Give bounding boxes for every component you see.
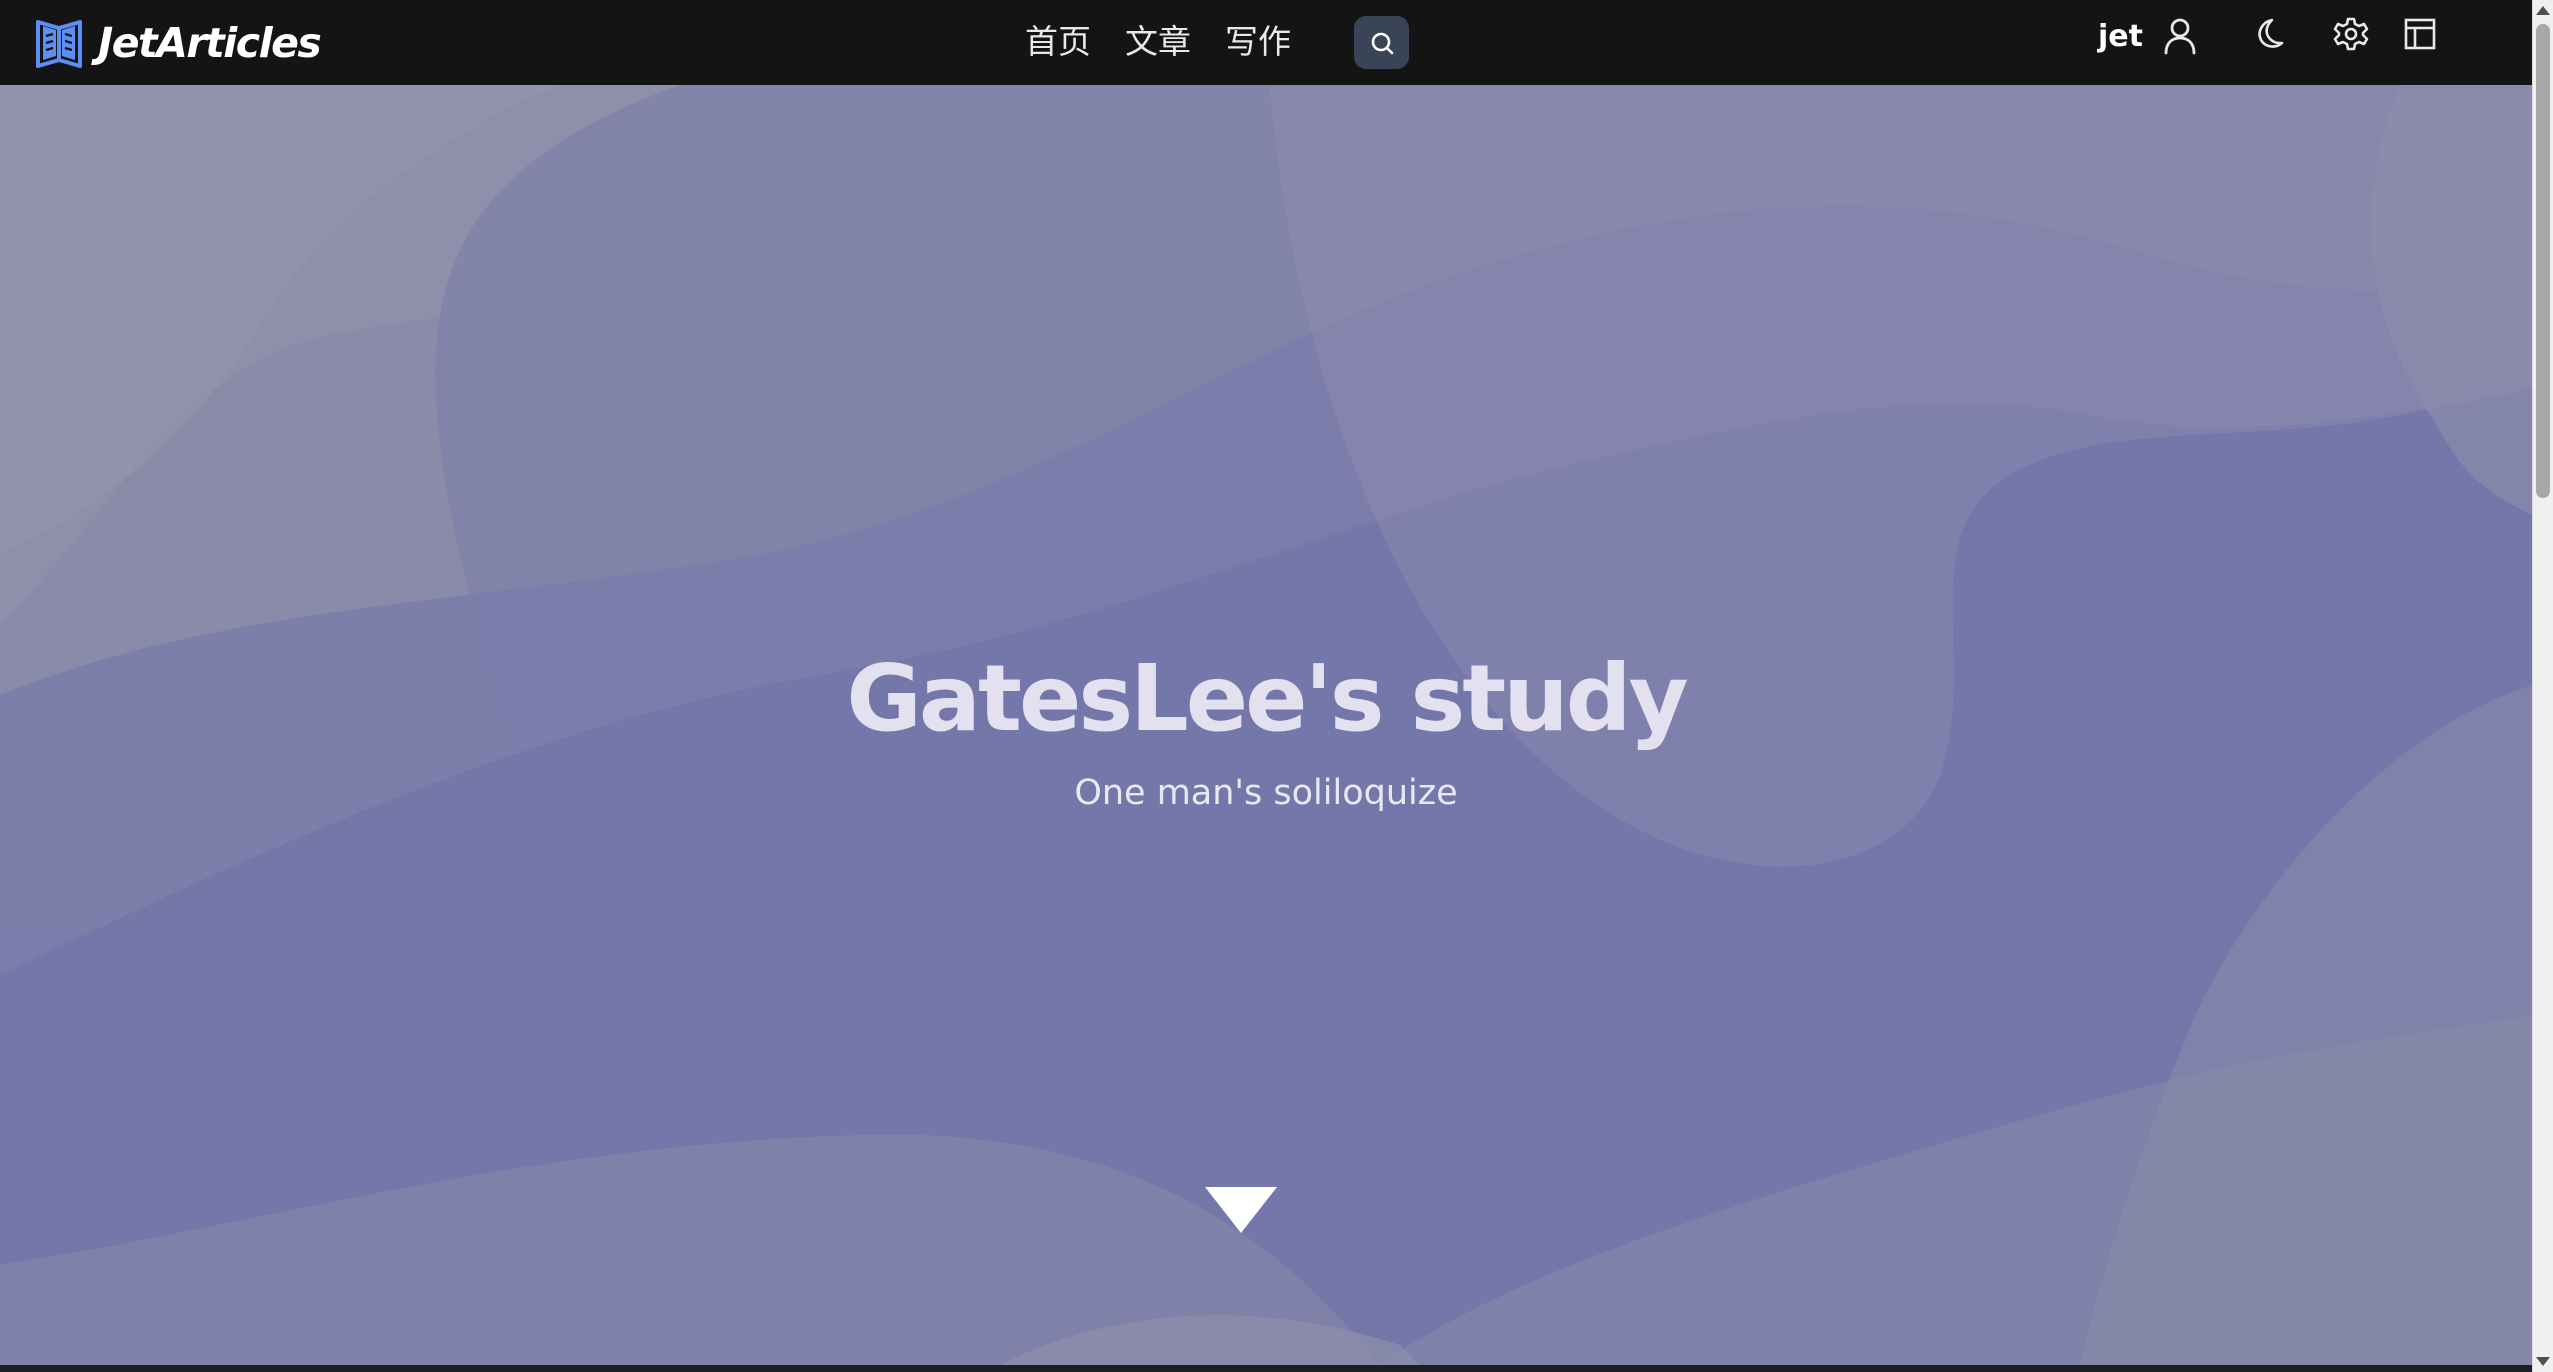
settings-button[interactable]	[2331, 14, 2371, 54]
user-name: jet	[2098, 18, 2143, 54]
nav-item-articles[interactable]: 文章	[1125, 18, 1191, 66]
layout-icon	[2403, 17, 2437, 51]
scrollbar-thumb[interactable]	[2536, 24, 2550, 498]
user-icon	[2163, 17, 2197, 55]
page-scrollbar[interactable]	[2532, 0, 2553, 1372]
gear-icon	[2333, 16, 2369, 52]
hero-subtitle: One man's soliloquize	[1074, 773, 1458, 813]
moon-icon	[2250, 16, 2286, 52]
main-nav: 首页 文章 写作	[1025, 18, 1325, 66]
scroll-up-arrow-icon[interactable]	[2536, 6, 2550, 15]
layout-toggle-button[interactable]	[2400, 14, 2440, 54]
hero-banner: GatesLee's study One man's soliloquize	[0, 85, 2532, 1365]
page-bottom-edge	[0, 1365, 2532, 1372]
brand-link[interactable]: JetArticles	[34, 16, 322, 70]
nav-item-home[interactable]: 首页	[1025, 18, 1091, 66]
scroll-down-button[interactable]	[1205, 1187, 1277, 1233]
top-navbar: JetArticles 首页 文章 写作 jet	[0, 0, 2532, 85]
scroll-down-arrow-icon[interactable]	[2536, 1357, 2550, 1366]
search-button[interactable]	[1354, 16, 1409, 69]
book-icon	[34, 16, 84, 70]
nav-item-write[interactable]: 写作	[1225, 18, 1291, 66]
user-menu[interactable]: jet	[2098, 14, 2197, 58]
brand-title: JetArticles	[98, 19, 322, 67]
theme-toggle-button[interactable]	[2248, 14, 2288, 54]
search-icon	[1369, 30, 1395, 56]
triangle-down-icon	[1205, 1187, 1277, 1237]
hero-title: GatesLee's study	[846, 645, 1688, 752]
